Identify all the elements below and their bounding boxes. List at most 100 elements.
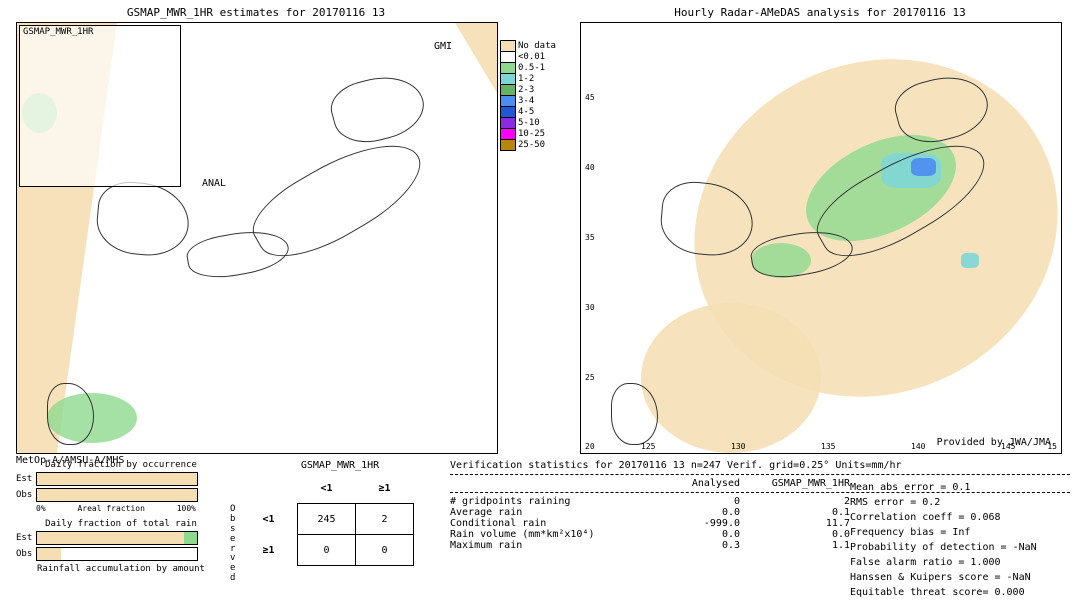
anal-label: ANAL bbox=[202, 178, 226, 189]
obs-label: Obs bbox=[16, 490, 36, 500]
legend-swatch bbox=[500, 139, 516, 151]
right-map-title: Hourly Radar-AMeDAS analysis for 2017011… bbox=[580, 6, 1060, 19]
score-line: Correlation coeff = 0.068 bbox=[850, 510, 1037, 525]
legend-label: 1-2 bbox=[518, 74, 534, 84]
observed-vertical: Observed bbox=[230, 505, 235, 584]
axis-100: 100% bbox=[177, 504, 196, 513]
score-line: Mean abs error = 0.1 bbox=[850, 480, 1037, 495]
stat-analysed: 0 bbox=[630, 496, 740, 507]
legend-row: 2-3 bbox=[500, 84, 560, 95]
obs-occ-bar bbox=[36, 488, 198, 502]
legend-row: 3-4 bbox=[500, 95, 560, 106]
stat-gsmap: 1.1 bbox=[740, 540, 850, 551]
provided-by: Provided by JWA/JMA bbox=[937, 437, 1051, 448]
stat-analysed: 0.0 bbox=[630, 507, 740, 518]
legend-label: No data bbox=[518, 41, 556, 51]
obs-tot-bar bbox=[36, 547, 198, 561]
stat-gsmap: 0.1 bbox=[740, 507, 850, 518]
lat-tick: 30 bbox=[585, 303, 595, 312]
legend-row: 25-50 bbox=[500, 139, 560, 150]
score-line: Probability of detection = -NaN bbox=[850, 540, 1037, 555]
legend-label: 0.5-1 bbox=[518, 63, 545, 73]
obs-label: Obs bbox=[16, 549, 36, 559]
lon-tick: 125 bbox=[641, 442, 655, 451]
est-tot-bar bbox=[36, 531, 198, 545]
color-legend: No data<0.010.5-11-22-33-44-55-1010-2525… bbox=[500, 40, 560, 150]
lon-tick: 130 bbox=[731, 442, 745, 451]
legend-label: 10-25 bbox=[518, 129, 545, 139]
stat-analysed: -999.0 bbox=[630, 518, 740, 529]
est-occ-bar bbox=[36, 472, 198, 486]
lat-tick: 35 bbox=[585, 233, 595, 242]
row-ge1: ≥1 bbox=[240, 535, 298, 566]
stat-name: Rain volume (mm*km²x10⁴) bbox=[450, 529, 630, 540]
stats-scores: Mean abs error = 0.1RMS error = 0.2Corre… bbox=[850, 480, 1037, 600]
stat-name: Average rain bbox=[450, 507, 630, 518]
legend-row: 4-5 bbox=[500, 106, 560, 117]
stat-gsmap: 2 bbox=[740, 496, 850, 507]
legend-row: No data bbox=[500, 40, 560, 51]
legend-row: 1-2 bbox=[500, 73, 560, 84]
est-label: Est bbox=[16, 533, 36, 543]
col-gsmap: GSMAP_MWR_1HR bbox=[740, 478, 850, 489]
score-line: Frequency bias = Inf bbox=[850, 525, 1037, 540]
score-line: Hanssen & Kuipers score = -NaN bbox=[850, 570, 1037, 585]
axis-0: 0% bbox=[36, 504, 46, 513]
lat-tick: 20 bbox=[585, 442, 595, 451]
score-line: RMS error = 0.2 bbox=[850, 495, 1037, 510]
stat-name: Maximum rain bbox=[450, 540, 630, 551]
map-bg-right: 45 40 35 30 25 20 15 125 130 135 140 145… bbox=[581, 23, 1061, 453]
est-label: Est bbox=[16, 474, 36, 484]
tot-title: Daily fraction of total rain bbox=[16, 519, 226, 529]
legend-label: <0.01 bbox=[518, 52, 545, 62]
stat-analysed: 0.3 bbox=[630, 540, 740, 551]
stat-gsmap: 0.0 bbox=[740, 529, 850, 540]
legend-row: <0.01 bbox=[500, 51, 560, 62]
gmi-label: GMI bbox=[434, 41, 452, 52]
stat-name: # gridpoints raining bbox=[450, 496, 630, 507]
cell-00: 245 bbox=[298, 504, 356, 535]
legend-label: 5-10 bbox=[518, 118, 540, 128]
cell-10: 0 bbox=[298, 535, 356, 566]
inset-scatter: GSMAP_MWR_1HR bbox=[19, 25, 181, 187]
acc-title: Rainfall accumulation by amount bbox=[16, 564, 226, 574]
col-analysed: Analysed bbox=[630, 478, 740, 489]
radar-map-panel: 45 40 35 30 25 20 15 125 130 135 140 145… bbox=[580, 22, 1062, 454]
gsmap-map-panel: GSMAP_MWR_1HR ANAL GMI bbox=[16, 22, 498, 454]
confusion-matrix: GSMAP_MWR_1HR <1≥1 <12452 ≥100 bbox=[240, 460, 440, 566]
rain-cyan bbox=[961, 253, 979, 268]
lat-tick: 25 bbox=[585, 373, 595, 382]
stat-gsmap: 11.7 bbox=[740, 518, 850, 529]
legend-label: 25-50 bbox=[518, 140, 545, 150]
coast-korea bbox=[94, 179, 192, 259]
legend-row: 5-10 bbox=[500, 117, 560, 128]
cell-11: 0 bbox=[356, 535, 414, 566]
nodata-halo bbox=[641, 303, 821, 453]
map-bg-left: GSMAP_MWR_1HR ANAL GMI bbox=[17, 23, 497, 453]
coast-hokkaido bbox=[326, 67, 431, 151]
lat-tick: 40 bbox=[585, 163, 595, 172]
stat-analysed: 0.0 bbox=[630, 529, 740, 540]
lon-tick: 140 bbox=[911, 442, 925, 451]
matrix-title: GSMAP_MWR_1HR bbox=[240, 460, 440, 471]
stats-header: Verification statistics for 20170116 13 … bbox=[450, 460, 1070, 471]
legend-label: 3-4 bbox=[518, 96, 534, 106]
left-map-title: GSMAP_MWR_1HR estimates for 20170116 13 bbox=[16, 6, 496, 19]
satellite-swath-gmi bbox=[427, 23, 497, 93]
inset-title: GSMAP_MWR_1HR bbox=[23, 27, 93, 37]
legend-label: 2-3 bbox=[518, 85, 534, 95]
stat-name: Conditional rain bbox=[450, 518, 630, 529]
legend-row: 10-25 bbox=[500, 128, 560, 139]
legend-label: 4-5 bbox=[518, 107, 534, 117]
score-line: Equitable threat score= 0.000 bbox=[850, 585, 1037, 600]
score-line: False alarm ratio = 1.000 bbox=[850, 555, 1037, 570]
row-lt1: <1 bbox=[240, 504, 298, 535]
bars-section: Daily fraction by occurrence Est Obs 0%A… bbox=[16, 460, 226, 574]
lon-tick: 135 bbox=[821, 442, 835, 451]
occ-title: Daily fraction by occurrence bbox=[16, 460, 226, 470]
cell-01: 2 bbox=[356, 504, 414, 535]
verification-stats: Verification statistics for 20170116 13 … bbox=[450, 460, 1070, 551]
legend-row: 0.5-1 bbox=[500, 62, 560, 73]
col-lt1: <1 bbox=[298, 473, 356, 504]
col-ge1: ≥1 bbox=[356, 473, 414, 504]
